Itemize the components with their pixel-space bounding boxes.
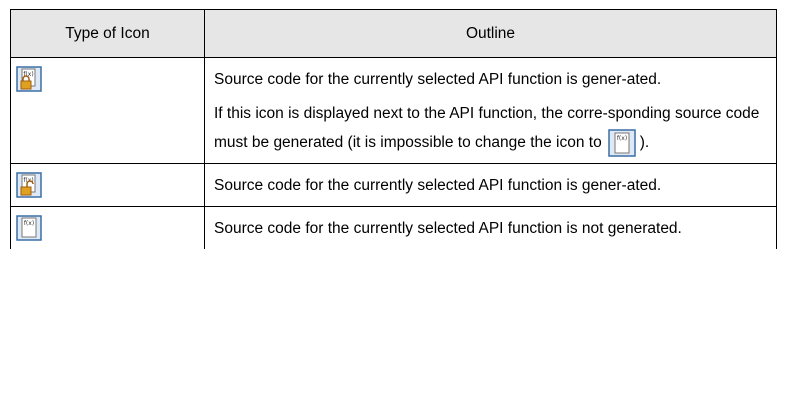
- outline-cell: Source code for the currently selected A…: [204, 57, 777, 164]
- outline-cell: Source code for the currently selected A…: [204, 206, 777, 249]
- outline-text: Source code for the currently selected A…: [214, 71, 662, 88]
- outline-cell: Source code for the currently selected A…: [204, 163, 777, 207]
- outline-text-before-icon: If this icon is displayed next to the AP…: [214, 105, 760, 151]
- table-header-row: Type of Icon Outline: [10, 9, 777, 58]
- api-function-not-generated-icon: f(x): [607, 129, 636, 157]
- outline-table-page: Type of Icon Outline f(x) Source code fo…: [0, 0, 795, 394]
- outline-text: Source code for the currently selected A…: [214, 220, 682, 237]
- svg-text:f(x): f(x): [24, 220, 34, 227]
- icon-outline-table: Type of Icon Outline f(x) Source code fo…: [10, 9, 777, 249]
- header-type-of-icon: Type of Icon: [10, 9, 205, 58]
- table-row: f(x) Source code for the currently selec…: [10, 163, 777, 207]
- outline-text: Source code for the currently selected A…: [214, 177, 662, 194]
- api-function-unlocked-icon: f(x): [16, 172, 42, 198]
- outline-text-after-icon: ).: [639, 134, 650, 151]
- table-row: f(x) Source code for the currently selec…: [10, 57, 777, 164]
- table-row: f(x) Source code for the currently selec…: [10, 206, 777, 249]
- icon-cell: f(x): [10, 206, 205, 249]
- svg-text:f(x): f(x): [617, 135, 627, 142]
- api-function-locked-icon: f(x): [16, 66, 42, 92]
- icon-cell: f(x): [10, 57, 205, 164]
- api-function-not-generated-icon: f(x): [16, 215, 42, 241]
- outline-text: If this icon is displayed next to the AP…: [214, 99, 766, 157]
- icon-cell: f(x): [10, 163, 205, 207]
- header-outline: Outline: [204, 9, 777, 58]
